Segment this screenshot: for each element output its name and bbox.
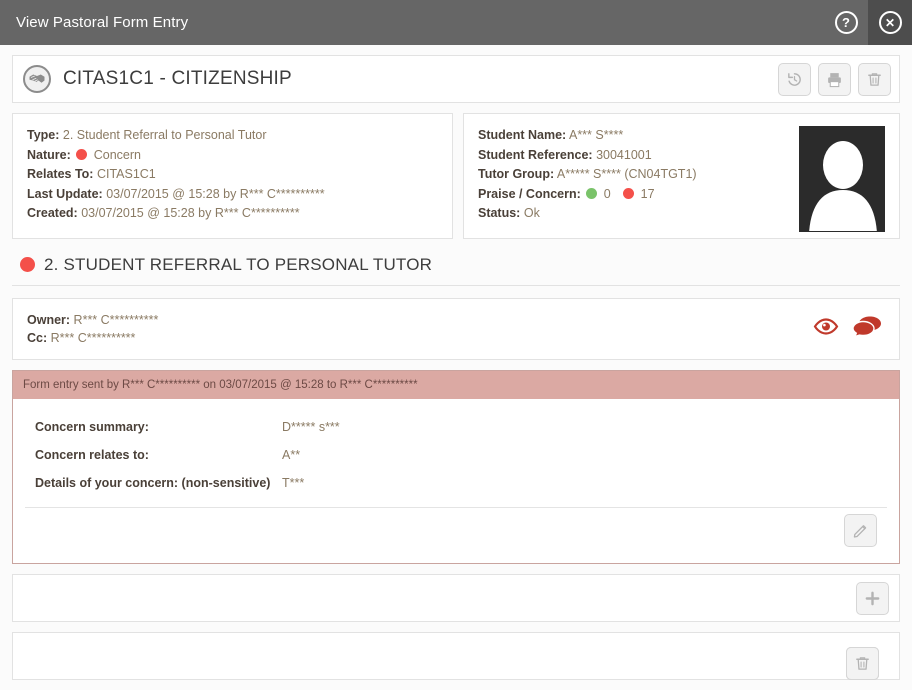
detail-nature-value: Concern (93, 147, 141, 162)
owner-row: Owner: R*** C********** (27, 311, 885, 329)
detail-relates-label: Relates To: (27, 167, 94, 181)
cc-row: Cc: R*** C********** (27, 329, 885, 347)
history-button[interactable] (778, 63, 811, 96)
cc-label: Cc: (27, 330, 48, 345)
student-tutor-group-value: A***** S**** (CN04TGT1) (556, 167, 697, 181)
student-name-label: Student Name: (477, 128, 567, 142)
form-entry-footer (25, 506, 887, 553)
close-icon: ✕ (878, 11, 902, 34)
section-title: 2. STUDENT REFERRAL TO PERSONAL TUTOR (44, 254, 433, 274)
field-value: D***** s*** (282, 419, 340, 434)
form-entry-card: Form entry sent by R*** C********** on 0… (12, 369, 900, 564)
printer-icon (828, 73, 841, 88)
detail-created: Created: 03/07/2015 @ 15:28 by R*** C***… (27, 204, 438, 224)
plus-icon (865, 591, 880, 605)
praise-concern-label: Praise / Concern: (477, 186, 581, 201)
print-button[interactable] (818, 63, 851, 96)
student-tutor-group-label: Tutor Group: (477, 167, 555, 181)
detail-created-value: 03/07/2015 @ 15:28 by R*** C********** (81, 206, 300, 220)
owner-value: R*** C********** (73, 312, 159, 327)
trash-icon (868, 73, 881, 86)
student-name-value: A*** S**** (568, 128, 624, 142)
detail-type-value: 2. Student Referral to Personal Tutor (62, 128, 267, 142)
field-row: Details of your concern: (non-sensitive)… (25, 469, 887, 497)
detail-type-label: Type: (27, 128, 60, 142)
cc-value: R*** C********** (50, 330, 136, 345)
form-entry-fields: Concern summary: D***** s*** Concern rel… (13, 399, 899, 563)
field-label: Details of your concern: (non-sensitive) (35, 475, 271, 490)
praise-count: 0 (603, 186, 611, 201)
footer-delete-button[interactable] (846, 646, 879, 680)
detail-last-update-value: 03/07/2015 @ 15:28 by R*** C********** (106, 186, 325, 201)
avatar (799, 126, 885, 232)
section-marker-icon (20, 257, 35, 272)
praise-dot-icon (586, 187, 598, 199)
detail-last-update: Last Update: 03/07/2015 @ 15:28 by R*** … (27, 185, 438, 205)
section-header: 2. STUDENT REFERRAL TO PERSONAL TUTOR (12, 249, 900, 286)
add-entry-panel (12, 573, 900, 622)
student-reference-label: Student Reference: (477, 147, 593, 162)
student-status-label: Status: (477, 206, 521, 220)
form-entry-banner: Form entry sent by R*** C********** on 0… (13, 370, 899, 399)
student-reference-value: 30041001 (596, 147, 652, 162)
view-pastoral-form-entry-window: View Pastoral Form Entry ? ✕ CITAS1C1 - … (0, 0, 912, 690)
add-button[interactable] (856, 581, 889, 615)
close-button[interactable]: ✕ (868, 0, 912, 45)
detail-relates-value: CITAS1C1 (96, 167, 156, 181)
owner-label: Owner: (27, 312, 71, 327)
field-label: Concern relates to: (35, 447, 149, 462)
window-title: View Pastoral Form Entry (16, 14, 189, 31)
handshake-icon (23, 65, 51, 93)
window-content: CITAS1C1 - CITIZENSHIP Type: 2. Student … (0, 45, 912, 680)
page-title: CITAS1C1 - CITIZENSHIP (63, 68, 292, 89)
document-actions (778, 63, 891, 96)
info-row: Type: 2. Student Referral to Personal Tu… (12, 113, 900, 239)
window-titlebar: View Pastoral Form Entry ? ✕ (0, 0, 912, 45)
document-header: CITAS1C1 - CITIZENSHIP (12, 55, 900, 103)
help-button[interactable]: ? (824, 0, 868, 45)
owner-panel: Owner: R*** C********** Cc: R*** C******… (12, 297, 900, 360)
detail-nature: Nature: Concern (27, 146, 438, 166)
detail-created-label: Created: (27, 206, 78, 220)
pencil-icon (853, 524, 867, 538)
field-row: Concern relates to: A** (25, 441, 887, 469)
help-icon: ? (834, 11, 858, 34)
nature-dot-icon (76, 148, 88, 160)
delete-button[interactable] (858, 63, 891, 96)
detail-last-update-label: Last Update: (27, 186, 103, 201)
eye-icon[interactable] (813, 317, 839, 340)
owner-actions (813, 315, 883, 342)
field-label: Concern summary: (35, 419, 149, 434)
detail-type: Type: 2. Student Referral to Personal Tu… (27, 126, 438, 146)
concern-dot-icon (623, 187, 635, 199)
field-value: T*** (282, 475, 305, 490)
field-value: A** (282, 447, 301, 462)
comments-icon[interactable] (852, 315, 883, 342)
student-status-value: Ok (523, 206, 540, 220)
footer-actions-panel (12, 631, 900, 680)
history-icon (788, 73, 801, 86)
concern-count: 17 (640, 186, 655, 201)
edit-button[interactable] (844, 513, 877, 547)
titlebar-actions: ? ✕ (824, 0, 912, 45)
detail-relates-to: Relates To: CITAS1C1 (27, 165, 438, 185)
student-details-card: Student Name: A*** S**** Student Referen… (462, 113, 900, 239)
trash-icon (856, 656, 869, 670)
detail-nature-label: Nature: (27, 147, 71, 162)
field-row: Concern summary: D***** s*** (25, 413, 887, 441)
form-details-card: Type: 2. Student Referral to Personal Tu… (12, 113, 453, 239)
